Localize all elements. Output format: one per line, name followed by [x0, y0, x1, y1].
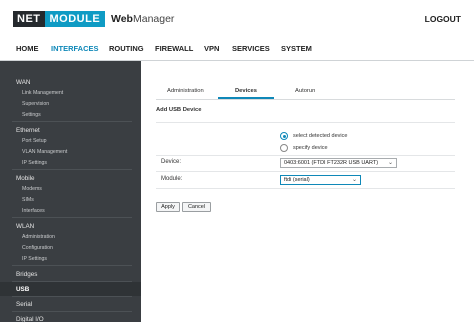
tab-administration[interactable]: Administration [167, 88, 204, 94]
sidebar-item-port-setup[interactable]: Port Setup [22, 138, 47, 144]
sidebar-group-ethernet[interactable]: Ethernet [16, 127, 40, 134]
device-select-value: 0403:6001 (FTDI FT232R USB UART) [284, 160, 379, 166]
section-divider [156, 122, 455, 123]
nav-routing[interactable]: ROUTING [109, 44, 144, 53]
nav-services[interactable]: SERVICES [232, 44, 270, 53]
sidebar: WAN Link Management Supervision Settings… [0, 61, 141, 323]
sidebar-item-wlan-ip-settings[interactable]: IP Settings [22, 256, 47, 262]
device-label: Device: [161, 159, 182, 165]
row-divider [156, 171, 455, 172]
chevron-down-icon: ⌄ [387, 160, 393, 166]
content-area [141, 61, 474, 322]
sidebar-group-serial[interactable]: Serial [16, 301, 32, 308]
cancel-button[interactable]: Cancel [182, 202, 211, 212]
tab-devices[interactable]: Devices [235, 88, 257, 94]
nav-vpn[interactable]: VPN [204, 44, 219, 53]
sidebar-group-wlan[interactable]: WLAN [16, 223, 34, 230]
netmodule-logo[interactable]: NET MODULE [13, 11, 106, 27]
radio-button[interactable] [280, 144, 288, 152]
app-title: WebManager [111, 13, 174, 25]
logout-link[interactable]: LOGOUT [425, 14, 461, 24]
chevron-down-icon: ⌄ [351, 177, 357, 183]
sidebar-group-mobile[interactable]: Mobile [16, 175, 35, 182]
sidebar-item-link-management[interactable]: Link Management [22, 90, 63, 96]
sidebar-divider [12, 311, 132, 312]
sidebar-divider [12, 217, 132, 218]
app-title-bold: Web [111, 13, 133, 25]
module-select-value: ftdi (serial) [284, 177, 310, 183]
sidebar-group-usb[interactable]: USB [16, 286, 29, 293]
sidebar-item-supervision[interactable]: Supervision [22, 101, 49, 107]
module-select[interactable]: ftdi (serial) ⌄ [280, 175, 361, 185]
sidebar-group-bridges[interactable]: Bridges [16, 271, 37, 278]
radio-label: select detected device [293, 133, 348, 139]
logo-module-text: MODULE [44, 11, 106, 27]
tab-autorun[interactable]: Autorun [295, 88, 315, 94]
radio-specify-device[interactable]: specify device [280, 144, 328, 152]
radio-label: specify device [293, 145, 328, 151]
app-title-rest: Manager [132, 13, 175, 25]
nav-system[interactable]: SYSTEM [281, 44, 312, 53]
nav-firewall[interactable]: FIREWALL [155, 44, 193, 53]
main-nav: HOME INTERFACES ROUTING FIREWALL VPN SER… [0, 40, 474, 60]
sidebar-item-interfaces[interactable]: Interfaces [22, 208, 45, 214]
radio-button-checked[interactable] [280, 132, 288, 140]
nav-home[interactable]: HOME [16, 44, 39, 53]
sidebar-group-wan[interactable]: WAN [16, 79, 30, 86]
sidebar-divider [12, 169, 132, 170]
section-title: Add USB Device [156, 107, 202, 113]
radio-select-detected[interactable]: select detected device [280, 132, 347, 140]
device-select[interactable]: 0403:6001 (FTDI FT232R USB UART) ⌄ [280, 158, 397, 168]
top-bar: NET MODULE WebManager LOGOUT [0, 0, 474, 40]
logo-net-text: NET [13, 11, 45, 27]
row-divider [156, 188, 455, 189]
sidebar-item-configuration[interactable]: Configuration [22, 245, 53, 251]
module-label: Module: [161, 176, 183, 182]
sidebar-item-vlan-management[interactable]: VLAN Management [22, 149, 67, 155]
sidebar-item-sims[interactable]: SIMs [22, 197, 34, 203]
sidebar-divider [12, 296, 132, 297]
tab-divider [156, 99, 455, 100]
sidebar-item-wan-settings[interactable]: Settings [22, 112, 41, 118]
sidebar-item-ethernet-ip-settings[interactable]: IP Settings [22, 160, 47, 166]
sidebar-divider [12, 265, 132, 266]
sidebar-item-administration[interactable]: Administration [22, 234, 55, 240]
sidebar-divider [12, 121, 132, 122]
apply-button[interactable]: Apply [156, 202, 180, 212]
sidebar-item-modems[interactable]: Modems [22, 186, 42, 192]
nav-interfaces[interactable]: INTERFACES [51, 44, 99, 53]
row-divider [156, 155, 455, 156]
